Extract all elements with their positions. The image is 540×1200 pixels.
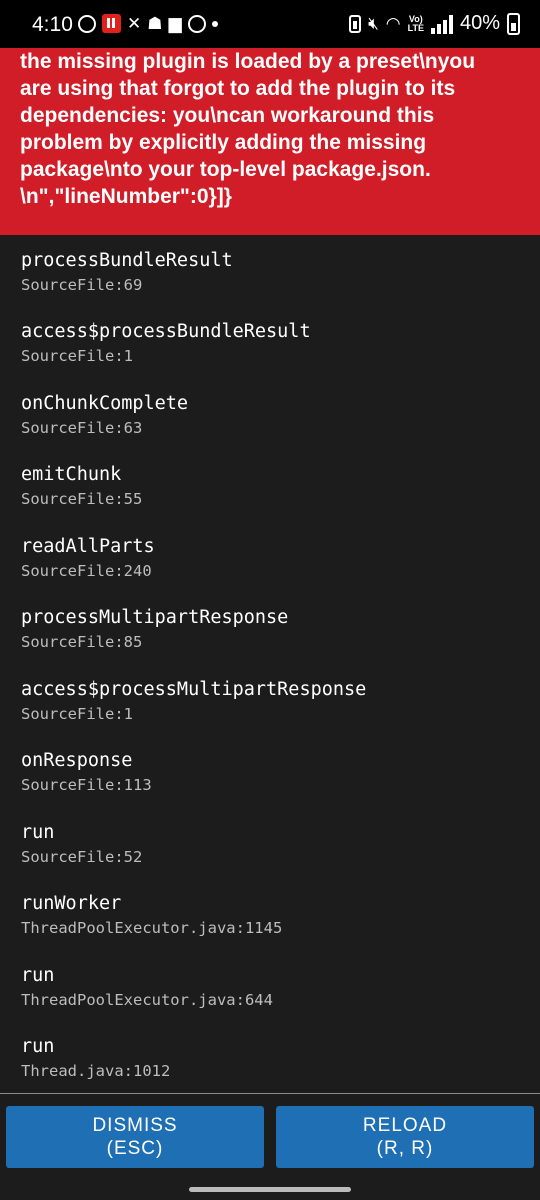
error-message: y ... g y ... p the missing plugin is lo… [20, 50, 476, 208]
teams-icon: ▆ [168, 13, 182, 34]
stack-frame[interactable]: run SourceFile:52 [21, 820, 142, 868]
stack-frame-method: readAllParts [21, 536, 155, 557]
status-bar: 4:10 ✕ ☗ ▆ 🔇︎ ◠ Vo) LTE 40% [0, 0, 540, 48]
stack-frame[interactable]: access$processBundleResult SourceFile:1 [21, 319, 311, 367]
stack-frame[interactable]: processMultipartResponse SourceFile:85 [21, 605, 288, 653]
battery-percent: 40% [459, 12, 500, 34]
battery-saver-icon [349, 14, 362, 33]
reload-button[interactable]: RELOAD (R, R) [276, 1106, 534, 1168]
dismiss-button-label: DISMISS [92, 1115, 178, 1136]
whatsapp-icon [78, 14, 96, 33]
vi-app-icon [102, 14, 121, 33]
stack-frame-source: SourceFile:1 [21, 705, 133, 723]
wifi-icon: ◠ [385, 13, 401, 33]
dismiss-button[interactable]: DISMISS (ESC) [6, 1106, 264, 1168]
stack-frame-source: SourceFile:63 [21, 419, 143, 437]
stack-frame-method: run [21, 822, 55, 843]
gesture-handle[interactable] [189, 1187, 351, 1192]
signal-icon [430, 14, 453, 34]
stack-frame-source: SourceFile:240 [21, 562, 152, 580]
stack-frame[interactable]: onChunkComplete SourceFile:63 [21, 391, 188, 439]
stack-frame-method: access$processBundleResult [21, 321, 311, 342]
stack-frame[interactable]: emitChunk SourceFile:55 [21, 462, 142, 510]
stack-frame-source: ThreadPoolExecutor.java:1145 [21, 919, 283, 937]
stack-frame-method: access$processMultipartResponse [21, 679, 367, 700]
battery-icon [507, 12, 520, 35]
reload-button-shortcut: (R, R) [376, 1138, 434, 1159]
volte-icon: Vo) LTE [407, 13, 424, 33]
snapchat-icon: ☗ [147, 13, 163, 34]
more-notifications-icon [211, 20, 218, 27]
stack-frame-method: onResponse [21, 750, 133, 771]
error-message-panel[interactable]: y ... g y ... p the missing plugin is lo… [0, 48, 540, 235]
stack-frame-method: processBundleResult [21, 250, 233, 271]
stack-frame-source: SourceFile:113 [21, 776, 152, 794]
stack-frame-source: ThreadPoolExecutor.java:644 [21, 991, 273, 1009]
stack-frame-method: run [21, 965, 55, 986]
stack-frame[interactable]: runWorker ThreadPoolExecutor.java:1145 [21, 891, 282, 939]
stack-frame-source: SourceFile:69 [21, 276, 143, 294]
system-icons: 🔇︎ ◠ Vo) LTE 40% [349, 12, 520, 35]
stack-frame-method: emitChunk [21, 464, 122, 485]
stack-frame-method: run [21, 1036, 55, 1057]
dismiss-button-shortcut: (ESC) [106, 1138, 164, 1159]
mute-icon: 🔇︎ [368, 13, 379, 33]
action-bar: DISMISS (ESC) RELOAD (R, R) [0, 1094, 540, 1174]
stack-frame-method: runWorker [21, 893, 122, 914]
stack-frame[interactable]: run Thread.java:1012 [21, 1034, 170, 1082]
stack-frame-method: onChunkComplete [21, 393, 189, 414]
stack-frame-source: SourceFile:1 [21, 347, 133, 365]
missed-call-icon: ✕ [127, 13, 142, 34]
navigation-bar [0, 1174, 540, 1200]
stack-frame-source: SourceFile:55 [21, 490, 143, 508]
stack-frame-method: processMultipartResponse [21, 607, 289, 628]
stack-frame[interactable]: access$processMultipartResponse SourceFi… [21, 677, 366, 725]
stack-frame-source: SourceFile:85 [21, 633, 143, 651]
stack-frame[interactable]: readAllParts SourceFile:240 [21, 534, 155, 582]
stack-frame[interactable]: onResponse SourceFile:113 [21, 748, 152, 796]
stack-frame-source: SourceFile:52 [21, 848, 143, 866]
stack-trace-list[interactable]: processBundleResult SourceFile:69 access… [0, 235, 540, 1093]
stack-frame[interactable]: processBundleResult SourceFile:69 [21, 248, 233, 296]
status-time: 4:10 [32, 13, 73, 36]
notification-icons: ✕ ☗ ▆ [78, 14, 218, 33]
reload-button-label: RELOAD [362, 1115, 448, 1136]
app-icon [187, 14, 206, 33]
stack-frame-source: Thread.java:1012 [21, 1062, 171, 1080]
stack-frame[interactable]: run ThreadPoolExecutor.java:644 [21, 963, 273, 1011]
